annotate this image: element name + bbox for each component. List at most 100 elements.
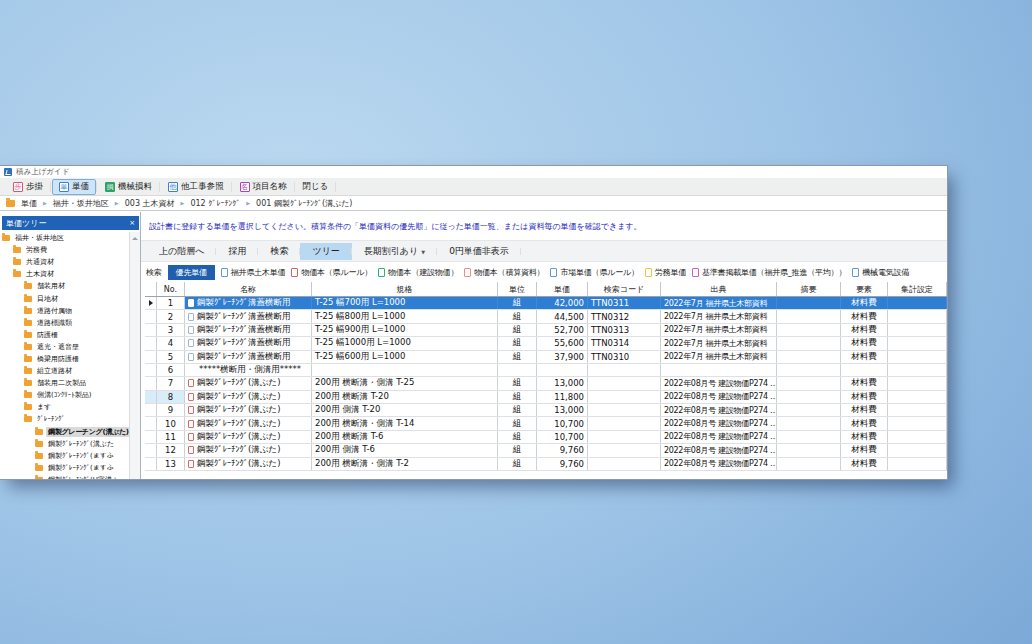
source-tab[interactable]: 福井県土木単価 — [221, 267, 286, 278]
action-button[interactable]: ツリー — [300, 243, 351, 260]
sidebar: 単価ツリー × 福井・坂井地区 労務費 — [0, 212, 141, 479]
column-header[interactable]: 規格 — [312, 282, 498, 296]
tree-item[interactable]: 遮光・遮音壁 — [0, 341, 129, 353]
tree-item[interactable]: 橋梁用防護柵 — [0, 353, 129, 365]
cell-element: 材料費 — [841, 431, 888, 443]
column-header[interactable]: 検索コード — [588, 282, 661, 296]
tree-close-icon[interactable]: × — [129, 219, 135, 227]
cell-no: 11 — [157, 431, 185, 443]
source-tab[interactable]: 優先単価 — [168, 265, 215, 280]
document-icon — [188, 406, 194, 414]
tree-item-label: ｸﾞﾚｰﾁﾝｸﾞ — [35, 414, 67, 424]
cell-no: 2 — [157, 310, 185, 322]
table-row[interactable]: 2鋼製ｸﾞﾚｰﾁﾝｸﾞ溝蓋横断用T-25 幅800用 L=1000組44,500… — [145, 310, 947, 323]
cell-unit — [498, 364, 537, 376]
source-tab[interactable]: 物価本（建設物価） — [378, 267, 458, 278]
cell-agg — [888, 297, 947, 309]
table-row[interactable]: 12鋼製ｸﾞﾚｰﾁﾝｸﾞ(溝ぶた)200用 側溝 T-6組9,7602022年0… — [145, 444, 947, 457]
tree-item[interactable]: 鋼製ｸﾞﾚｰﾁﾝｸﾞ(ますふ — [0, 450, 129, 462]
tree-item[interactable]: 目地材 — [0, 292, 129, 304]
breadcrumb-item[interactable]: 001 鋼製ｸﾞﾚｰﾁﾝｸﾞ(溝ぶた) — [256, 198, 352, 209]
breadcrumb-item[interactable]: 福井・坂井地区 — [53, 198, 109, 209]
tree-item[interactable]: ｸﾞﾚｰﾁﾝｸﾞ — [0, 413, 129, 425]
column-header[interactable]: 名称 — [185, 282, 312, 296]
folder-icon — [13, 247, 21, 253]
action-button[interactable]: 検索 — [258, 243, 300, 260]
action-button[interactable]: 0円単価非表示 — [437, 243, 521, 260]
folder-icon — [35, 453, 43, 459]
table-row[interactable]: 10鋼製ｸﾞﾚｰﾁﾝｸﾞ(溝ぶた)200用 横断溝・側溝 T-14組10,700… — [145, 417, 947, 430]
tree-item[interactable]: 土木資材 — [0, 268, 129, 280]
source-tab[interactable]: 機械電気設備 — [852, 267, 909, 278]
column-header[interactable]: No. — [157, 282, 185, 296]
tree-item[interactable]: 道路付属物 — [0, 305, 129, 317]
tree-item[interactable]: 舗装用二次製品 — [0, 377, 129, 389]
tree-item[interactable]: 共通資材 — [0, 256, 129, 268]
column-header[interactable]: 要素 — [841, 282, 888, 296]
table-row[interactable]: 3鋼製ｸﾞﾚｰﾁﾝｸﾞ溝蓋横断用T-25 幅900用 L=1000組52,700… — [145, 324, 947, 337]
toolbar-button[interactable]: 他 他工事参照 — [161, 179, 231, 195]
cell-no: 10 — [157, 417, 185, 429]
tree-item[interactable]: 鋼製ｸﾞﾚｰﾁﾝｸﾞ(ますふ — [0, 462, 129, 474]
page-icon — [378, 268, 385, 277]
column-header[interactable]: 集計設定 — [888, 282, 947, 296]
table-row[interactable]: 7鋼製ｸﾞﾚｰﾁﾝｸﾞ(溝ぶた)200用 横断溝・側溝 T-25組13,0002… — [145, 377, 947, 390]
table-row[interactable]: 8鋼製ｸﾞﾚｰﾁﾝｸﾞ(溝ぶた)200用 横断溝 T-20組11,8002022… — [145, 391, 947, 404]
cell-price: 52,700 — [537, 324, 588, 336]
source-tab[interactable]: 労務単価 — [645, 267, 686, 278]
table-row[interactable]: 1鋼製ｸﾞﾚｰﾁﾝｸﾞ溝蓋横断用T-25 幅700用 L=1000組42,000… — [145, 297, 947, 310]
tree-item-label: 道路標識類 — [35, 318, 74, 328]
toolbar-button[interactable]: 歩 歩掛 — [6, 179, 50, 195]
source-tab[interactable]: 物価本（県ルール） — [291, 267, 372, 278]
tree-scrollbar[interactable] — [129, 232, 140, 479]
column-header[interactable] — [145, 282, 157, 296]
table-row[interactable]: 4鋼製ｸﾞﾚｰﾁﾝｸﾞ溝蓋横断用T-25 幅1000用 L=1000組55,60… — [145, 337, 947, 350]
page-icon — [291, 268, 298, 277]
document-icon — [188, 393, 194, 401]
source-tab[interactable]: 物価本（積算資料） — [464, 267, 544, 278]
toolbar-button[interactable]: 名 項目名称 — [233, 179, 294, 195]
cell-source: 2022年08月号 建設物価P274 … — [661, 391, 777, 403]
breadcrumb-item[interactable]: 単価 — [21, 198, 37, 209]
current-row-arrow-icon — [149, 300, 153, 306]
tree-item[interactable]: 防護柵 — [0, 329, 129, 341]
toolbar-button[interactable]: 閉じる — [296, 179, 336, 195]
tree-item[interactable]: 鋼製グレーチング(溝ぶた) — [0, 426, 129, 438]
source-tab[interactable]: 基準書掲載単価（福井県_推進（平均）） — [692, 267, 846, 278]
folder-icon — [24, 356, 32, 362]
cell-no: 4 — [157, 337, 185, 349]
table-row[interactable]: 9鋼製ｸﾞﾚｰﾁﾝｸﾞ(溝ぶた)200用 側溝 T-20組13,0002022年… — [145, 404, 947, 417]
tree-item[interactable]: 労務費 — [0, 244, 129, 256]
table-row[interactable]: 6*****横断用・側溝用***** — [145, 364, 947, 377]
table-row[interactable]: 5鋼製ｸﾞﾚｰﾁﾝｸﾞ溝蓋横断用T-25 幅600用 L=1000組37,900… — [145, 351, 947, 364]
table-row[interactable]: 11鋼製ｸﾞﾚｰﾁﾝｸﾞ(溝ぶた)200用 横断溝 T-6組10,7002022… — [145, 431, 947, 444]
tree-item[interactable]: 組立道路材 — [0, 365, 129, 377]
table-row[interactable]: 13鋼製ｸﾞﾚｰﾁﾝｸﾞ(溝ぶた)200用 横断溝・側溝 T-2組9,76020… — [145, 458, 947, 471]
cell-element: 材料費 — [841, 351, 888, 363]
tree-item[interactable]: 鋼製ｸﾞﾚｰﾁﾝｸﾞ(U字溝ふ — [0, 474, 129, 479]
breadcrumb-item[interactable]: 012 ｸﾞﾚｰﾁﾝｸﾞ — [190, 199, 240, 208]
toolbar-button[interactable]: 損 機械損料 — [98, 179, 159, 195]
column-header[interactable]: 単位 — [498, 282, 537, 296]
cell-note — [777, 324, 841, 336]
column-header[interactable]: 出典 — [661, 282, 777, 296]
action-button[interactable]: 長期割引あり▼ — [352, 243, 437, 260]
source-tab[interactable]: 検索 — [146, 267, 162, 278]
tree-item[interactable]: 側溝(ｺﾝｸﾘｰﾄ製品) — [0, 389, 129, 401]
tree-item[interactable]: 福井・坂井地区 — [0, 232, 129, 244]
folder-icon — [24, 380, 32, 386]
action-button[interactable]: 上の階層へ — [147, 243, 216, 260]
column-header[interactable]: 摘要 — [777, 282, 841, 296]
source-tab[interactable]: 市場単価（県ルール） — [550, 267, 638, 278]
tree-item[interactable]: 道路標識類 — [0, 317, 129, 329]
column-header[interactable]: 単価 — [537, 282, 588, 296]
toolbar-button[interactable]: 単 単価 — [52, 179, 96, 195]
scroll-up-icon[interactable] — [132, 237, 138, 240]
breadcrumb-item[interactable]: 003 土木資材 — [125, 198, 175, 209]
tree-item[interactable]: 舗装用材 — [0, 280, 129, 292]
document-icon — [188, 313, 194, 321]
tree-item[interactable]: ます — [0, 401, 129, 413]
action-button[interactable]: 採用 — [216, 243, 258, 260]
cell-unit: 組 — [498, 337, 537, 349]
tree-item[interactable]: 鋼製ｸﾞﾚｰﾁﾝｸﾞ(溝ぶた — [0, 438, 129, 450]
